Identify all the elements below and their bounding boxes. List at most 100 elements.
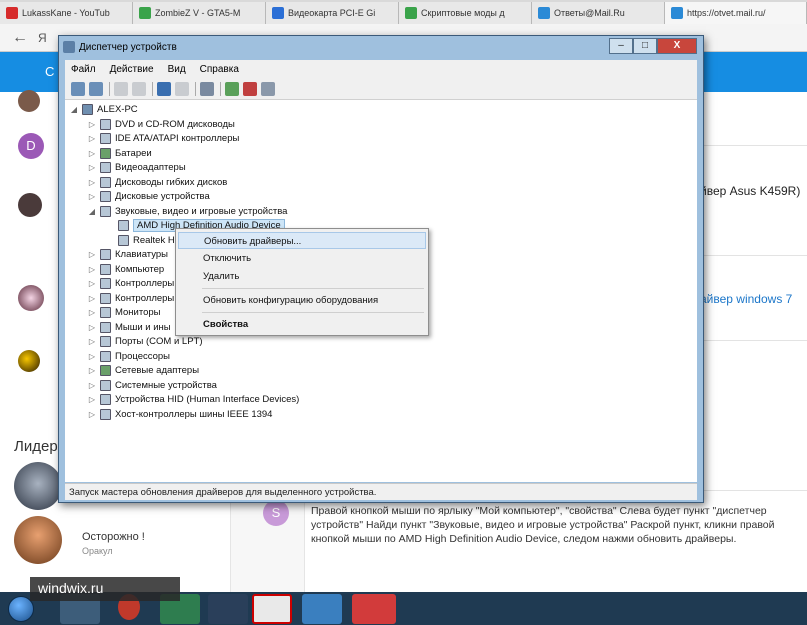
tree-item[interactable]: ▷ IDE ATA/ATAPI контроллеры: [87, 132, 239, 147]
tree-item[interactable]: ▷ Компьютер: [87, 262, 164, 277]
expand-icon[interactable]: ▷: [87, 352, 97, 361]
back-arrow-icon[interactable]: ←: [12, 29, 28, 47]
tree-item[interactable]: ▷ Мыши и ины: [87, 320, 171, 335]
properties-icon[interactable]: [132, 81, 146, 96]
tree-item[interactable]: ▷ DVD и CD-ROM дисководы: [87, 117, 235, 132]
expand-icon[interactable]: ▷: [87, 395, 97, 404]
browser-tab[interactable]: Ответы@Mail.Ru: [532, 2, 665, 24]
menu-view[interactable]: Вид: [168, 64, 186, 75]
avatar[interactable]: D: [18, 133, 44, 159]
tree-item[interactable]: ▷ Устройства HID (Human Interface Devices…: [87, 393, 299, 408]
scan-hardware-icon[interactable]: [200, 81, 214, 96]
disable-icon[interactable]: [261, 81, 275, 96]
expand-icon[interactable]: ▷: [87, 178, 97, 187]
keyboard-icon: [100, 249, 111, 261]
computer-icon: [82, 103, 93, 115]
tree-item[interactable]: ▷ Дисковые устройства: [87, 190, 210, 205]
help-icon[interactable]: [157, 81, 171, 96]
close-button[interactable]: X: [657, 38, 697, 54]
menu-item-update-drivers[interactable]: Обновить драйверы...: [178, 232, 426, 249]
expand-icon[interactable]: ▷: [87, 381, 97, 390]
minimize-button[interactable]: –: [609, 38, 633, 54]
expand-icon[interactable]: ▷: [87, 120, 97, 129]
avatar[interactable]: [18, 285, 44, 311]
answer-avatar[interactable]: S: [263, 500, 289, 526]
expand-icon[interactable]: ▷: [87, 279, 97, 288]
browser-tab[interactable]: LukassKane - YouTub: [0, 2, 133, 24]
expand-icon[interactable]: ▷: [87, 337, 97, 346]
header-button[interactable]: С: [45, 64, 54, 79]
site-favicon-icon: [139, 7, 151, 19]
view-icon[interactable]: [175, 81, 189, 96]
forward-icon[interactable]: [89, 81, 103, 96]
audio-device-icon: [118, 220, 129, 232]
device-manager-taskbar-icon[interactable]: [302, 594, 342, 624]
display-adapter-icon: [100, 162, 111, 174]
browser-tab[interactable]: Видеокарта PCI-E Gi: [266, 2, 399, 24]
browser-tab[interactable]: Скриптовые моды д: [399, 2, 532, 24]
menu-help[interactable]: Справка: [200, 64, 239, 75]
tree-item[interactable]: ▷ Клавиатуры: [87, 248, 168, 263]
tree-item[interactable]: ▷ Мониторы: [87, 306, 161, 321]
toolbar-separator: [152, 81, 153, 96]
question-title[interactable]: йвер Asus K459R): [700, 184, 800, 198]
tree-root[interactable]: ◢ ALEX-PC: [69, 102, 138, 117]
expand-icon[interactable]: ▷: [87, 294, 97, 303]
expand-icon[interactable]: ▷: [87, 410, 97, 419]
app-taskbar-icon[interactable]: [352, 594, 396, 624]
tree-item[interactable]: ▷ Сетевые адаптеры: [87, 364, 199, 379]
expand-icon[interactable]: ▷: [87, 366, 97, 375]
collapse-icon[interactable]: ◢: [87, 207, 97, 216]
tree-item[interactable]: Realtek Hi: [105, 233, 177, 248]
menu-item-properties[interactable]: Свойства: [178, 316, 426, 333]
tree-item[interactable]: ▷ Системные устройства: [87, 378, 217, 393]
expand-icon[interactable]: ▷: [87, 250, 97, 259]
menu-item-disable[interactable]: Отключить: [178, 250, 426, 267]
tree-item[interactable]: ▷ Дисководы гибких дисков: [87, 175, 227, 190]
browser-tab[interactable]: ZombieZ V - GTA5-M: [133, 2, 266, 24]
menu-separator: [202, 288, 424, 289]
tree-item-expanded[interactable]: ◢ Звуковые, видео и игровые устройства: [87, 204, 287, 219]
browser-tab-active[interactable]: https://otvet.mail.ru/: [665, 2, 807, 24]
tree-item[interactable]: ▷ Процессоры: [87, 349, 170, 364]
menu-item-scan-hardware[interactable]: Обновить конфигурацию оборудования: [178, 292, 426, 309]
expand-icon[interactable]: ▷: [87, 149, 97, 158]
question-link[interactable]: айвер windows 7: [700, 292, 792, 306]
tree-item[interactable]: ▷ Контроллеры: [87, 277, 174, 292]
site-favicon-icon: [405, 7, 417, 19]
menu-file[interactable]: Файл: [71, 64, 96, 75]
menu-action[interactable]: Действие: [110, 64, 154, 75]
system-device-icon: [100, 379, 111, 391]
expand-icon[interactable]: ▷: [87, 163, 97, 172]
menu-item-uninstall[interactable]: Удалить: [178, 268, 426, 285]
back-icon[interactable]: [71, 81, 85, 96]
leader-avatar[interactable]: [14, 462, 62, 510]
steam-taskbar-icon[interactable]: [208, 594, 248, 624]
expand-icon[interactable]: ▷: [87, 192, 97, 201]
update-driver-icon[interactable]: [225, 81, 239, 96]
controller-icon: [100, 278, 111, 290]
tree-item[interactable]: ▷ Батареи: [87, 146, 152, 161]
watermark: windwix.ru: [30, 577, 180, 601]
expand-icon[interactable]: ▷: [87, 323, 97, 332]
leader-name[interactable]: Осторожно !: [82, 531, 145, 543]
yandex-taskbar-icon[interactable]: [252, 594, 292, 624]
tree-item[interactable]: ▷ Хост-контроллеры шины IEEE 1394: [87, 407, 272, 422]
leader-avatar[interactable]: [14, 516, 62, 564]
device-manager-icon: [63, 41, 75, 53]
avatar[interactable]: [18, 90, 40, 112]
avatar[interactable]: [18, 350, 40, 372]
tree-view-icon[interactable]: [114, 81, 128, 96]
uninstall-icon[interactable]: [243, 81, 257, 96]
tree-item[interactable]: ▷ Контроллеры: [87, 291, 174, 306]
address-text-fragment[interactable]: Я: [38, 31, 47, 45]
collapse-icon[interactable]: ◢: [69, 105, 79, 114]
maximize-button[interactable]: □: [633, 38, 657, 54]
expand-icon[interactable]: ▷: [87, 134, 97, 143]
avatar[interactable]: [18, 193, 42, 217]
tree-item[interactable]: ▷ Видеоадаптеры: [87, 161, 186, 176]
expand-icon[interactable]: ▷: [87, 265, 97, 274]
tree-item[interactable]: ▷ Порты (COM и LPT): [87, 335, 203, 350]
network-adapter-icon: [100, 365, 111, 377]
expand-icon[interactable]: ▷: [87, 308, 97, 317]
